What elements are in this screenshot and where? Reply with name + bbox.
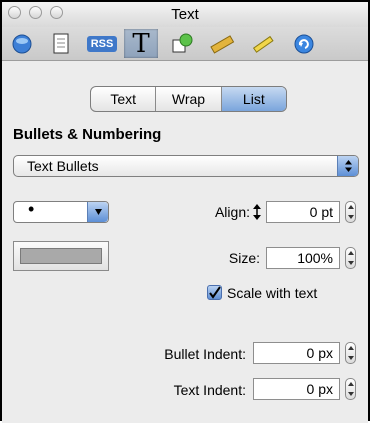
text-indent-label: Text Indent: xyxy=(173,382,246,398)
bullet-indent-stepper[interactable] xyxy=(345,342,356,364)
align-stepper[interactable] xyxy=(345,201,356,223)
tab-list[interactable]: List xyxy=(221,87,286,111)
link-inspector-icon xyxy=(294,34,314,53)
chevron-down-icon xyxy=(87,202,108,222)
size-label: Size: xyxy=(228,250,260,266)
up-down-arrows-icon xyxy=(337,156,358,176)
text-inspector-button[interactable]: T xyxy=(124,29,158,58)
title-bar: Text xyxy=(2,2,368,27)
pencil-icon xyxy=(252,35,274,53)
bullet-style-value: Text Bullets xyxy=(27,158,99,174)
bullet-indent-label: Bullet Indent: xyxy=(164,346,246,362)
graphic-inspector-icon xyxy=(172,33,193,52)
checkmark-icon xyxy=(209,286,221,299)
bullet-character-popup[interactable]: • xyxy=(13,199,109,223)
bullet-style-popup[interactable]: Text Bullets xyxy=(13,155,359,177)
document-inspector-button[interactable] xyxy=(5,29,39,58)
size-stepper[interactable] xyxy=(345,247,356,269)
bullet-character-value: • xyxy=(28,199,35,219)
bullet-color-well[interactable] xyxy=(13,241,109,271)
size-field[interactable]: 100% xyxy=(266,247,340,269)
color-swatch xyxy=(20,248,102,264)
inspector-tabs: Text Wrap List xyxy=(90,86,287,112)
inspector-window: Text RSS T Text Wrap List Bullets & Numb… xyxy=(0,0,370,423)
page-inspector-icon xyxy=(53,33,69,53)
graphic-inspector-button[interactable] xyxy=(165,29,199,58)
rss-inspector-icon: RSS xyxy=(86,35,118,52)
section-title: Bullets & Numbering xyxy=(13,126,162,143)
text-inspector-icon: T xyxy=(132,28,150,59)
align-field[interactable]: 0 pt xyxy=(266,201,340,223)
link-inspector-button[interactable] xyxy=(287,29,321,58)
rss-inspector-button[interactable]: RSS xyxy=(85,29,119,58)
vertical-align-icon xyxy=(253,204,261,220)
metrics-inspector-button[interactable] xyxy=(205,29,239,58)
window-title: Text xyxy=(171,6,199,23)
tab-wrap[interactable]: Wrap xyxy=(156,87,222,111)
document-inspector-icon xyxy=(12,34,32,53)
text-indent-field[interactable]: 0 px xyxy=(253,378,340,400)
text-inspector-panel: Text Wrap List Bullets & Numbering Text … xyxy=(2,61,368,423)
inspector-toolbar: RSS T xyxy=(2,27,368,61)
tab-text[interactable]: Text xyxy=(91,87,157,111)
align-label: Align: xyxy=(214,204,250,220)
scale-with-text-checkbox[interactable] xyxy=(207,285,222,300)
page-inspector-button[interactable] xyxy=(44,29,78,58)
chart-inspector-button[interactable] xyxy=(246,29,280,58)
bullet-indent-field[interactable]: 0 px xyxy=(253,342,340,364)
metrics-inspector-icon xyxy=(210,34,235,54)
scale-with-text-label: Scale with text xyxy=(227,285,318,301)
text-indent-stepper[interactable] xyxy=(345,378,356,400)
